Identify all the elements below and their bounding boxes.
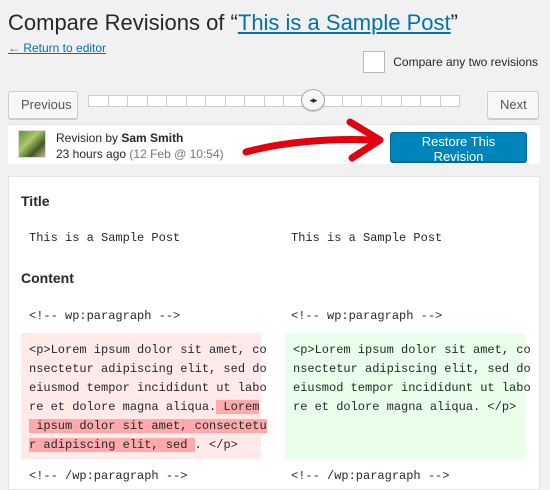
return-to-editor-link[interactable]: ← Return to editor bbox=[8, 41, 106, 55]
deleted-text: Lorem bbox=[216, 400, 260, 414]
slider-tick bbox=[89, 96, 109, 106]
slider-tick bbox=[148, 96, 168, 106]
restore-revision-button[interactable]: Restore This Revision bbox=[390, 132, 527, 164]
slider-handle-icon[interactable]: ◂▸ bbox=[301, 89, 325, 111]
content-heading: Content bbox=[21, 270, 74, 286]
slider-tick bbox=[245, 96, 265, 106]
author-name: Sam Smith bbox=[121, 131, 184, 145]
revision-author: Revision by Sam Smith bbox=[56, 131, 184, 145]
slider-tick bbox=[362, 96, 382, 106]
deleted-text: r adipiscing elit, sed bbox=[29, 438, 195, 452]
next-button[interactable]: Next bbox=[487, 91, 539, 119]
slider-tick bbox=[382, 96, 402, 106]
slider-tick bbox=[441, 96, 460, 106]
deleted-text: ipsum dolor sit amet, consectetu bbox=[29, 419, 267, 433]
slider-tick bbox=[206, 96, 226, 106]
slider-tick bbox=[128, 96, 148, 106]
revision-date: (12 Feb @ 10:54) bbox=[129, 147, 224, 161]
page-title: Compare Revisions of “This is a Sample P… bbox=[8, 10, 458, 36]
revision-slider[interactable] bbox=[88, 95, 460, 107]
red-arrow-icon bbox=[242, 118, 384, 162]
comment-close-left: <!-- /wp:paragraph --> bbox=[29, 469, 188, 483]
compare-two-checkbox[interactable] bbox=[363, 51, 386, 73]
revision-time: 23 hours ago (12 Feb @ 10:54) bbox=[56, 147, 224, 161]
title-prefix: Compare Revisions of “ bbox=[8, 10, 238, 35]
title-suffix: ” bbox=[450, 10, 458, 35]
title-left: This is a Sample Post bbox=[29, 231, 181, 245]
post-title-link[interactable]: This is a Sample Post bbox=[238, 10, 451, 35]
title-heading: Title bbox=[21, 193, 50, 209]
added-block: <p>Lorem ipsum dolor sit amet, co nsecte… bbox=[285, 333, 531, 459]
slider-tick bbox=[109, 96, 129, 106]
slider-tick bbox=[323, 96, 343, 106]
removed-block: <p>Lorem ipsum dolor sit amet, co nsecte… bbox=[21, 333, 267, 459]
comment-open-right: <!-- wp:paragraph --> bbox=[291, 309, 443, 323]
slider-tick bbox=[265, 96, 285, 106]
compare-two-revisions[interactable]: Compare any two revisions bbox=[363, 51, 538, 73]
slider-tick bbox=[187, 96, 207, 106]
diff-panel: Title This is a Sample Post This is a Sa… bbox=[8, 176, 540, 490]
user-avatar bbox=[18, 130, 46, 158]
slider-tick bbox=[226, 96, 246, 106]
slider-tick bbox=[167, 96, 187, 106]
comment-open-left: <!-- wp:paragraph --> bbox=[29, 309, 181, 323]
previous-button[interactable]: Previous bbox=[8, 91, 78, 119]
slider-tick bbox=[343, 96, 363, 106]
title-right: This is a Sample Post bbox=[291, 231, 443, 245]
slider-tick bbox=[421, 96, 441, 106]
compare-two-label: Compare any two revisions bbox=[393, 55, 538, 69]
comment-close-right: <!-- /wp:paragraph --> bbox=[291, 469, 450, 483]
slider-tick bbox=[402, 96, 422, 106]
